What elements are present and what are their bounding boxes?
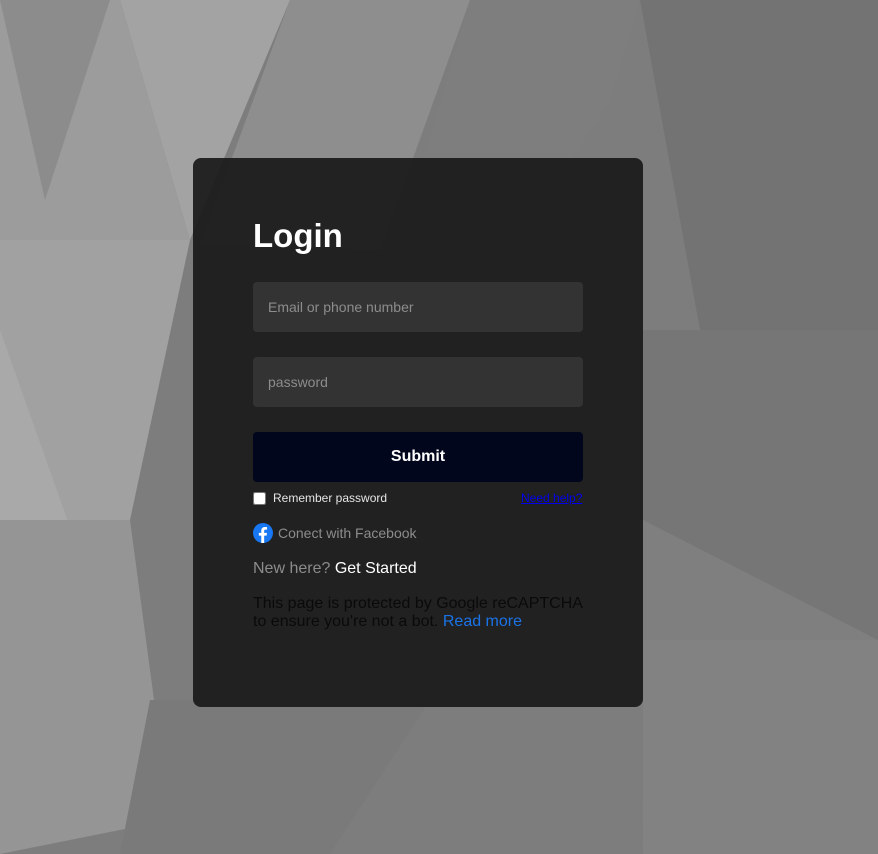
new-here-text: New here? [253,560,331,577]
read-more-link[interactable]: Read more [443,613,522,630]
facebook-icon [253,523,273,543]
get-started-link[interactable]: Get Started [335,560,417,577]
facebook-connect-label: Conect with Facebook [278,525,417,541]
remember-password: Remember password [253,490,387,506]
recaptcha-text: This page is protected by Google reCAPTC… [253,595,583,630]
remember-password-label[interactable]: Remember password [273,491,387,505]
submit-button[interactable]: Submit [253,432,583,482]
signup-prompt: New here? Get Started [253,560,417,578]
login-title: Login [253,217,343,254]
recaptcha-notice: This page is protected by Google reCAPTC… [253,595,593,631]
password-input[interactable] [253,357,583,407]
facebook-connect[interactable]: Conect with Facebook [253,522,417,544]
remember-password-checkbox[interactable] [253,491,266,505]
login-card: Login Submit Remember password Need help… [193,158,643,707]
need-help-link[interactable]: Need help? [521,491,582,505]
email-input[interactable] [253,282,583,332]
